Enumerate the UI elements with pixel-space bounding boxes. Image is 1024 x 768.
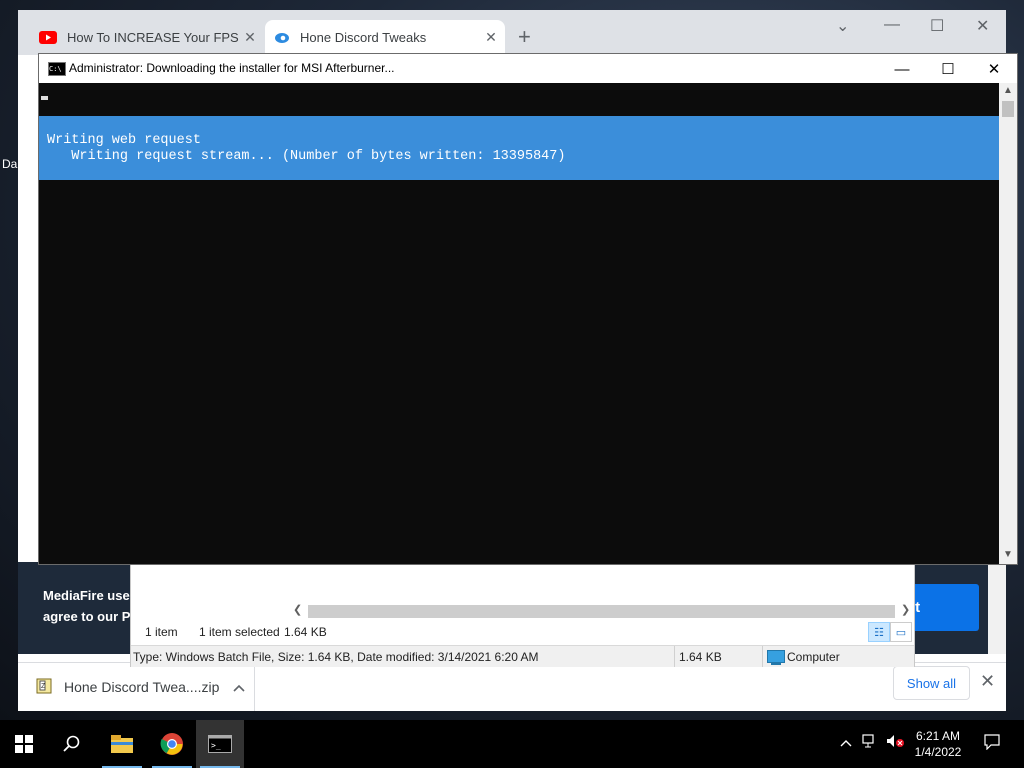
- progress-line-2: Writing request stream... (Number of byt…: [47, 149, 566, 164]
- close-tab-icon[interactable]: ✕: [240, 29, 260, 46]
- file-details: Type: Windows Batch File, Size: 1.64 KB,…: [133, 650, 539, 664]
- details-bar: Type: Windows Batch File, Size: 1.64 KB,…: [131, 645, 914, 667]
- scrollbar-thumb[interactable]: [308, 605, 895, 618]
- selected-count: 1 item selected: [199, 625, 280, 639]
- tab-label: Hone Discord Tweaks: [300, 30, 427, 45]
- download-shelf: Z Hone Discord Twea....zip Show all ✕: [18, 662, 1006, 711]
- hone-icon: [271, 32, 291, 44]
- item-count: 1 item: [145, 625, 178, 639]
- browser-minimize-button[interactable]: —: [884, 16, 900, 34]
- divider: [674, 646, 675, 667]
- youtube-icon: [38, 31, 58, 44]
- system-clock[interactable]: 6:21 AM 1/4/2022: [900, 728, 976, 760]
- tab-youtube[interactable]: How To INCREASE Your FPS In M ✕: [32, 20, 264, 55]
- close-shelf-icon[interactable]: ✕: [980, 671, 995, 692]
- svg-text:>_: >_: [211, 741, 221, 750]
- location-label: Computer: [787, 650, 840, 664]
- banner-text-line1: MediaFire uses: [43, 588, 137, 603]
- download-filename: Hone Discord Twea....zip: [64, 679, 220, 695]
- clock-date: 1/4/2022: [914, 745, 962, 759]
- computer-icon: [767, 650, 785, 665]
- notification-icon[interactable]: [984, 734, 1000, 753]
- progress-banner: Writing web request Writing request stre…: [39, 116, 999, 180]
- file-explorer-icon[interactable]: [98, 720, 146, 768]
- scroll-up-icon[interactable]: ▲: [1003, 85, 1013, 96]
- horizontal-scrollbar[interactable]: ❮ ❯: [291, 603, 911, 620]
- chrome-icon[interactable]: [148, 720, 196, 768]
- zip-file-icon: Z: [36, 678, 52, 697]
- scroll-down-icon[interactable]: ▼: [1003, 549, 1013, 560]
- large-icons-view-icon[interactable]: ▭: [890, 622, 912, 642]
- download-item[interactable]: Z Hone Discord Twea....zip: [36, 673, 245, 701]
- scroll-right-icon[interactable]: ❯: [901, 603, 910, 616]
- console-output[interactable]: Writing web request Writing request stre…: [39, 83, 999, 564]
- clock-time: 6:21 AM: [915, 729, 961, 743]
- chevron-up-icon[interactable]: [840, 734, 852, 750]
- tab-hone-discord-tweaks[interactable]: Hone Discord Tweaks ✕: [265, 20, 505, 55]
- scroll-left-icon[interactable]: ❮: [293, 603, 302, 616]
- browser-maximize-button[interactable]: ☐: [930, 16, 944, 36]
- command-prompt-window: C:\ Administrator: Downloading the insta…: [38, 53, 1018, 565]
- desktop-icon-label: Da: [2, 157, 18, 171]
- tab-strip: How To INCREASE Your FPS In M ✕ Hone Dis…: [18, 10, 1006, 55]
- browser-close-button[interactable]: ✕: [976, 16, 989, 36]
- console-title: Administrator: Downloading the installer…: [69, 61, 395, 75]
- divider: [762, 646, 763, 667]
- taskbar: >_ 6:21 AM 1/4/2022: [0, 720, 1024, 768]
- file-explorer-window: ❮ ❯ 1 item 1 item selected 1.64 KB ☷ ▭ T…: [130, 563, 915, 667]
- cmd-icon: C:\: [48, 62, 66, 76]
- console-minimize-button[interactable]: —: [879, 57, 925, 81]
- cmd-icon[interactable]: >_: [196, 720, 244, 768]
- details-view-icon[interactable]: ☷: [868, 622, 890, 642]
- console-scrollbar[interactable]: ▲ ▼: [999, 83, 1017, 564]
- page-scrollbar[interactable]: [988, 562, 1006, 654]
- console-maximize-button[interactable]: ☐: [925, 57, 971, 81]
- scrollbar-thumb[interactable]: [1002, 101, 1014, 117]
- start-icon[interactable]: [0, 720, 48, 768]
- banner-text-line2: agree to our Pr: [43, 609, 136, 624]
- show-all-button[interactable]: Show all: [893, 666, 970, 700]
- new-tab-button[interactable]: +: [518, 24, 531, 50]
- tab-search-chevron-icon[interactable]: ⌄: [836, 16, 849, 36]
- selected-size: 1.64 KB: [284, 625, 327, 639]
- chevron-up-icon[interactable]: [233, 679, 245, 695]
- search-icon[interactable]: [48, 720, 96, 768]
- progress-line-1: Writing web request: [47, 133, 201, 148]
- divider: [254, 663, 255, 711]
- network-icon[interactable]: [862, 734, 878, 751]
- svg-text:Z: Z: [41, 683, 46, 690]
- file-size: 1.64 KB: [679, 650, 722, 664]
- console-titlebar[interactable]: C:\ Administrator: Downloading the insta…: [39, 54, 1017, 83]
- console-close-button[interactable]: ✕: [971, 57, 1017, 81]
- close-tab-icon[interactable]: ✕: [481, 29, 501, 46]
- tab-label: How To INCREASE Your FPS In M: [67, 30, 240, 45]
- text-cursor: [41, 96, 48, 100]
